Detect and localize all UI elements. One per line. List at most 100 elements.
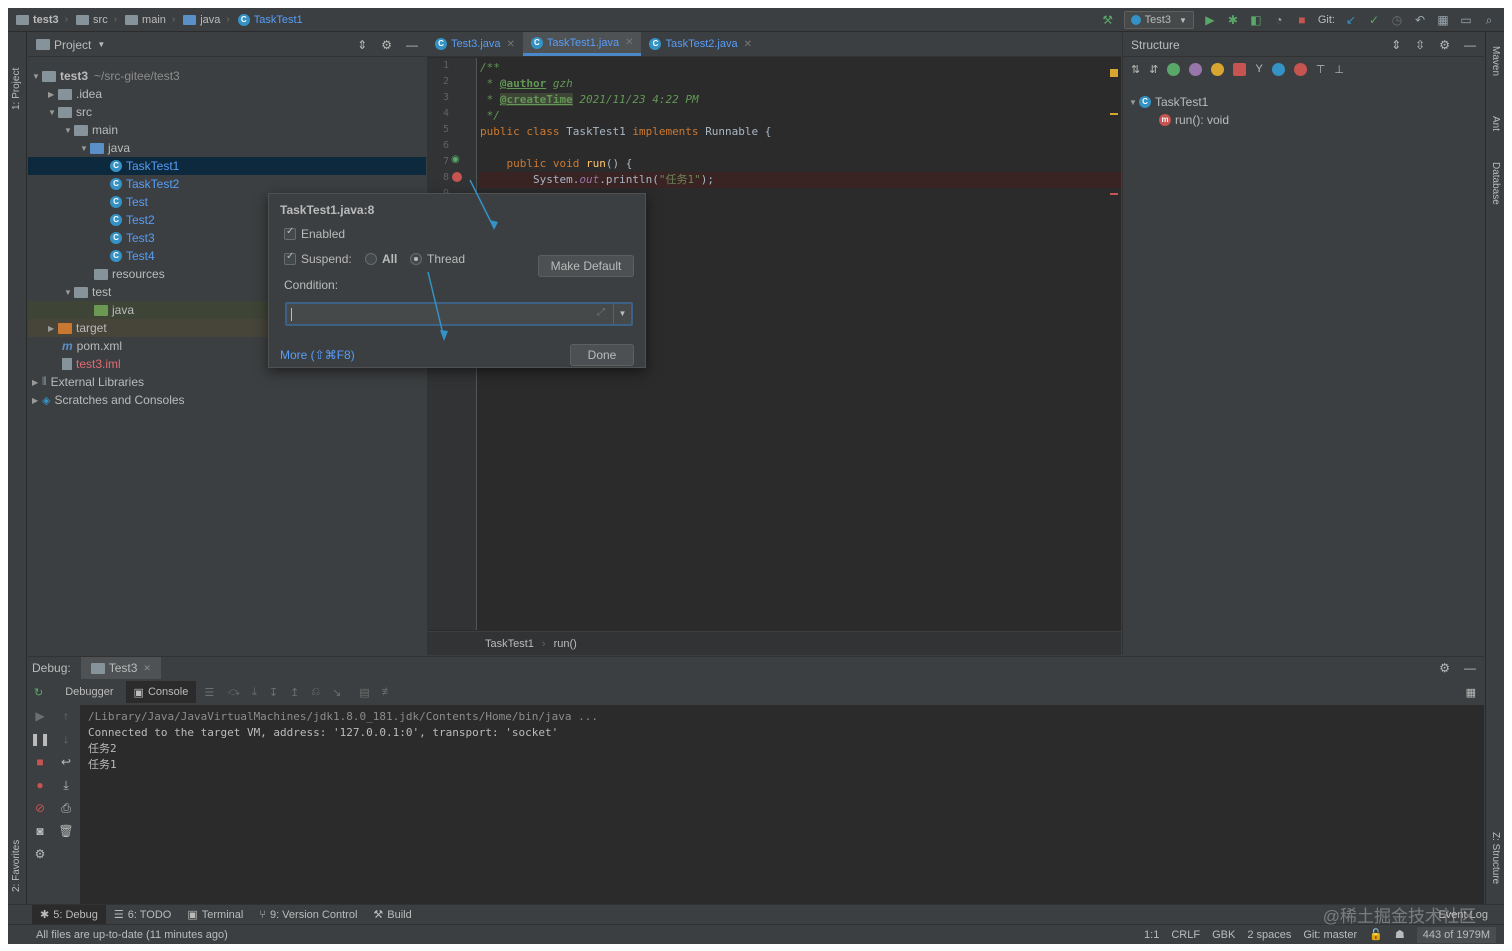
git-branch[interactable]: Git: master: [1303, 929, 1357, 941]
tree-item-idea[interactable]: ▶ .idea: [28, 85, 426, 103]
scroll-to-end-icon[interactable]: ⤓: [63, 774, 68, 797]
tree-item-external-libraries[interactable]: ▶ ⫴ External Libraries: [28, 373, 426, 391]
git-rollback-icon[interactable]: ↶: [1413, 13, 1427, 27]
error-stripe-marker[interactable]: [1110, 69, 1118, 77]
presentation-icon[interactable]: ▭: [1459, 13, 1473, 27]
drop-frame-icon[interactable]: ⎌: [311, 686, 320, 699]
tree-item-src[interactable]: ▼ src: [28, 103, 426, 121]
build-tool-button[interactable]: ⚒ Build: [365, 905, 419, 925]
up-arrow-icon[interactable]: ↑: [63, 705, 69, 728]
error-stripe-marker[interactable]: [1110, 193, 1118, 195]
tree-item-java[interactable]: ▼ java: [28, 139, 426, 157]
sort-alpha-icon[interactable]: ⇵: [1149, 63, 1158, 76]
crumb-class[interactable]: TaskTest1: [485, 638, 534, 650]
make-default-button[interactable]: Make Default: [538, 255, 634, 277]
layout-icon[interactable]: ▦: [1466, 686, 1476, 699]
mute-breakpoints-icon[interactable]: ⊘: [35, 797, 45, 820]
todo-tool-button[interactable]: ☰ 6: TODO: [106, 905, 179, 925]
tab-tasktest1-java[interactable]: C TaskTest1.java ✕: [522, 32, 642, 56]
debugger-tab[interactable]: Debugger: [57, 686, 121, 698]
hide-icon[interactable]: —: [1464, 38, 1476, 52]
autoscroll-to-source-icon[interactable]: ⊤: [1316, 63, 1326, 76]
breadcrumb-tasktest1[interactable]: C TaskTest1: [230, 8, 303, 32]
debug-tool-button[interactable]: ✱ 5: Debug: [32, 904, 106, 925]
profile-icon[interactable]: ◔: [1272, 13, 1286, 27]
expand-all-icon[interactable]: ⇕: [1391, 38, 1401, 52]
show-fields-icon[interactable]: [1211, 62, 1225, 76]
lock-icon[interactable]: 🔓: [1369, 928, 1383, 941]
breadcrumb-test3[interactable]: test3 ›: [8, 8, 68, 32]
rerun-icon[interactable]: ↻: [34, 686, 43, 699]
file-encoding[interactable]: GBK: [1212, 929, 1235, 941]
hide-icon[interactable]: —: [1464, 661, 1476, 675]
print-icon[interactable]: ⎙: [61, 797, 71, 820]
show-properties-icon[interactable]: [1189, 62, 1203, 76]
enabled-checkbox[interactable]: Enabled: [284, 226, 345, 241]
gear-icon[interactable]: ⚙: [381, 38, 392, 52]
view-breakpoints-icon[interactable]: ●: [36, 774, 43, 797]
inspector-icon[interactable]: ☗: [1395, 928, 1405, 941]
structure-item-class[interactable]: ▼ C TaskTest1: [1123, 93, 1485, 111]
implements-method-icon[interactable]: ◉: [451, 154, 460, 165]
pause-icon[interactable]: ❚❚: [30, 728, 50, 751]
show-inherited-icon[interactable]: [1167, 62, 1181, 76]
trash-icon[interactable]: 🗑: [58, 820, 73, 843]
terminal-tool-button[interactable]: ▣ Terminal: [179, 905, 251, 925]
ant-tool-button[interactable]: Ant: [1490, 116, 1501, 131]
search-icon[interactable]: ⌕: [1482, 13, 1496, 27]
settings-icon[interactable]: ⚙: [35, 843, 46, 866]
collapse-all-icon[interactable]: ⇕: [357, 38, 367, 52]
run-icon[interactable]: ▶: [1203, 13, 1217, 27]
step-out-icon[interactable]: ↥: [290, 686, 299, 699]
breadcrumb-main[interactable]: main ›: [117, 8, 175, 32]
close-icon[interactable]: ✕: [507, 39, 515, 50]
breadcrumb-src[interactable]: src ›: [68, 8, 117, 32]
soft-wrap-icon[interactable]: ↩: [61, 751, 71, 774]
run-configuration-select[interactable]: Test3 ▼: [1123, 11, 1194, 29]
indent-settings[interactable]: 2 spaces: [1247, 929, 1291, 941]
stop-icon[interactable]: ■: [36, 751, 43, 774]
structure-item-method[interactable]: m run(): void: [1123, 111, 1485, 129]
evaluate-expression-icon[interactable]: ▤: [359, 686, 369, 699]
tree-item-tasktest2[interactable]: C TaskTest2: [28, 175, 426, 193]
tree-item-tasktest1[interactable]: C TaskTest1: [28, 157, 426, 175]
suspend-thread-radio[interactable]: Thread: [410, 252, 465, 266]
step-over-icon[interactable]: ⤓: [252, 686, 257, 699]
tree-item-test3[interactable]: ▼ test3 ~/src-gitee/test3: [28, 67, 426, 85]
close-icon[interactable]: ✕: [744, 39, 752, 50]
maven-tool-button[interactable]: Maven: [1490, 46, 1501, 76]
gear-icon[interactable]: ⚙: [1439, 38, 1450, 52]
history-dropdown-icon[interactable]: ▼: [613, 304, 631, 324]
line-separator[interactable]: CRLF: [1171, 929, 1200, 941]
gear-icon[interactable]: ⚙: [1439, 661, 1450, 675]
tree-item-main[interactable]: ▼ main: [28, 121, 426, 139]
expand-editor-icon[interactable]: ⤢: [597, 307, 605, 318]
crumb-method[interactable]: run(): [554, 638, 577, 650]
version-control-tool-button[interactable]: ⑂ 9: Version Control: [251, 905, 365, 925]
tab-test3-java[interactable]: C Test3.java ✕: [427, 32, 523, 56]
run-to-cursor-icon[interactable]: ↘: [332, 686, 341, 699]
error-stripe-marker[interactable]: [1110, 113, 1118, 115]
resume-icon[interactable]: ▶: [35, 705, 44, 728]
tree-item-scratches[interactable]: ▶ ◈ Scratches and Consoles: [28, 391, 426, 409]
show-non-public-icon[interactable]: [1233, 62, 1247, 76]
suspend-checkbox[interactable]: Suspend:: [284, 251, 352, 266]
build-hammer-icon[interactable]: ⚒: [1101, 13, 1115, 27]
caret-position[interactable]: 1:1: [1144, 929, 1159, 941]
memory-indicator[interactable]: 443 of 1979M: [1416, 926, 1496, 943]
git-commit-icon[interactable]: ✓: [1367, 13, 1381, 27]
coverage-icon[interactable]: ◧: [1249, 13, 1263, 27]
hide-icon[interactable]: —: [406, 38, 418, 52]
more-link[interactable]: More (⇧⌘F8): [280, 348, 355, 362]
menu-icon[interactable]: ☰: [204, 686, 214, 699]
project-tool-button[interactable]: 1: Project: [11, 40, 22, 110]
git-history-icon[interactable]: ◷: [1390, 13, 1404, 27]
close-icon[interactable]: ✕: [625, 37, 633, 48]
project-view-select[interactable]: Project: [54, 38, 91, 52]
console-tab[interactable]: ▣ Console: [125, 681, 197, 703]
git-update-icon[interactable]: ↙: [1344, 13, 1358, 27]
database-tool-button[interactable]: Database: [1490, 162, 1501, 205]
project-structure-icon[interactable]: ▦: [1436, 13, 1450, 27]
console-output[interactable]: /Library/Java/JavaVirtualMachines/jdk1.8…: [80, 705, 1484, 905]
trace-icon[interactable]: ≢: [382, 686, 393, 698]
